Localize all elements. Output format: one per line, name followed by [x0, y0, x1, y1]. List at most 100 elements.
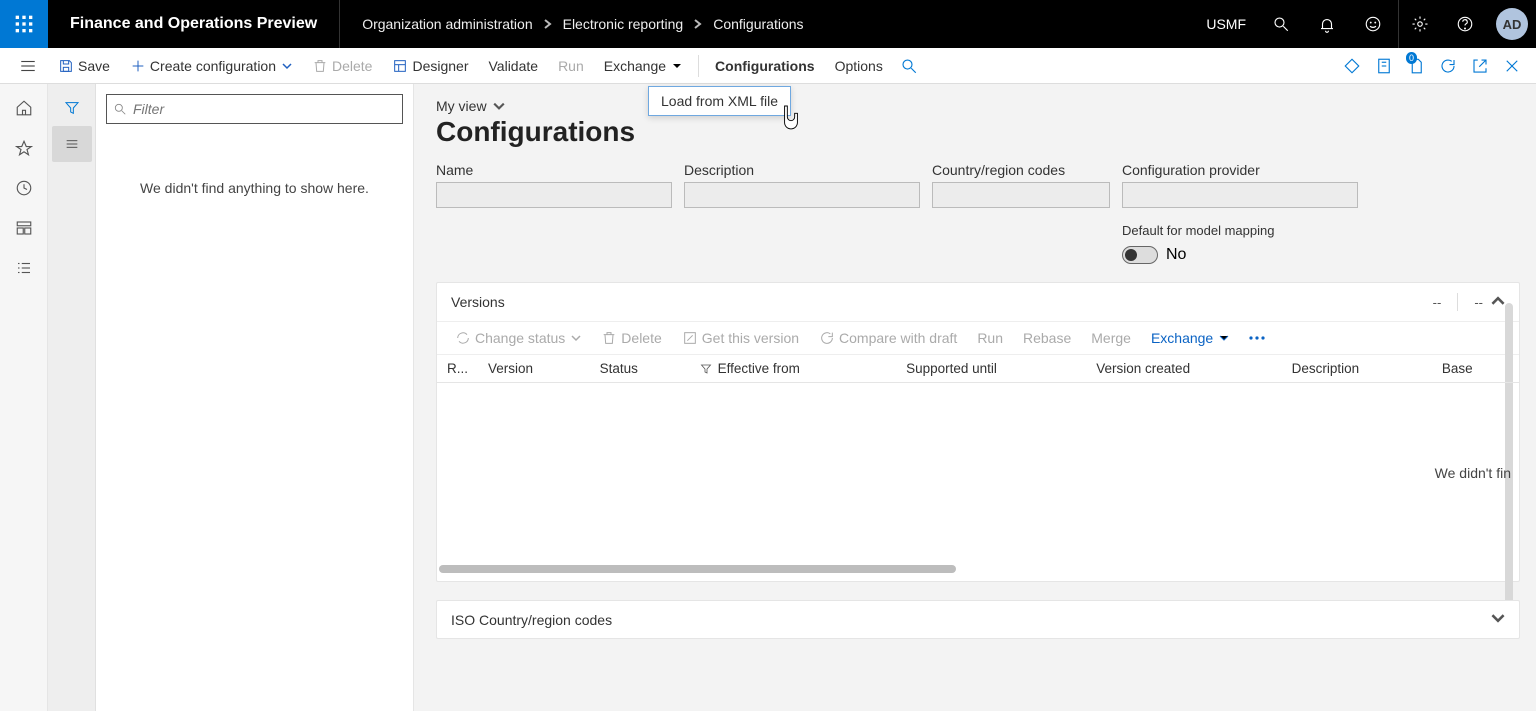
iso-codes-card: ISO Country/region codes [436, 600, 1520, 639]
save-button[interactable]: Save [48, 54, 120, 78]
rebase-label: Rebase [1023, 330, 1071, 346]
chevron-down-icon [571, 333, 581, 343]
diamond-icon [1343, 57, 1361, 75]
settings-button[interactable] [1398, 0, 1440, 48]
chevron-down-icon [493, 100, 505, 112]
options-label: Options [835, 58, 883, 74]
tree-pane: We didn't find anything to show here. [96, 84, 414, 711]
col-status[interactable]: Status [590, 355, 690, 383]
versions-exchange-button[interactable]: Exchange [1143, 326, 1237, 350]
nav-home[interactable] [4, 90, 44, 126]
breadcrumb-org-admin[interactable]: Organization administration [362, 16, 532, 32]
col-version-created[interactable]: Version created [1086, 355, 1281, 383]
divider [698, 55, 699, 77]
sync-icon [455, 330, 471, 346]
bell-icon [1318, 15, 1336, 33]
versions-more-button[interactable] [1241, 332, 1273, 344]
help-button[interactable] [1444, 0, 1486, 48]
feedback-button[interactable] [1352, 0, 1394, 48]
col-supported-until[interactable]: Supported until [896, 355, 1086, 383]
validate-button[interactable]: Validate [479, 54, 549, 78]
notifications-button[interactable] [1306, 0, 1348, 48]
lines-icon [64, 136, 80, 152]
configurations-tab[interactable]: Configurations [705, 54, 825, 78]
refresh-button[interactable] [1432, 50, 1464, 82]
popout-button[interactable] [1464, 50, 1496, 82]
versions-delete-label: Delete [621, 330, 661, 346]
chevron-right-icon [543, 16, 553, 32]
breadcrumb-configurations[interactable]: Configurations [713, 16, 803, 32]
create-configuration-button[interactable]: Create configuration [120, 54, 302, 78]
list-pane-button[interactable] [52, 126, 92, 162]
designer-button[interactable]: Designer [382, 54, 478, 78]
nav-recent[interactable] [4, 170, 44, 206]
exchange-button[interactable]: Exchange [594, 54, 692, 78]
list-icon [15, 259, 33, 277]
change-status-button: Change status [447, 326, 589, 350]
horizontal-scrollbar[interactable] [439, 563, 1517, 575]
scrollbar-thumb[interactable] [439, 565, 956, 573]
collapse-button[interactable] [1491, 294, 1505, 311]
get-version-button: Get this version [674, 326, 807, 350]
tree-empty-message: We didn't find anything to show here. [106, 180, 403, 196]
top-nav: Finance and Operations Preview Organizat… [0, 0, 1536, 48]
versions-run-label: Run [977, 330, 1003, 346]
col-base[interactable]: Base [1432, 355, 1519, 383]
attachments-button[interactable]: 0 [1400, 50, 1432, 82]
breadcrumb: Organization administration Electronic r… [340, 16, 803, 32]
waffle-icon [14, 14, 34, 34]
more-icon [1249, 336, 1265, 340]
funnel-icon [64, 100, 80, 116]
chevron-down-icon [672, 61, 682, 71]
legal-entity[interactable]: USMF [1206, 16, 1246, 32]
pin-button[interactable] [1336, 50, 1368, 82]
nav-favorites[interactable] [4, 130, 44, 166]
col-status-label: Status [600, 361, 638, 376]
filter-pane-button[interactable] [52, 90, 92, 126]
default-model-mapping-label: Default for model mapping [1122, 223, 1274, 238]
chevron-down-icon [1491, 611, 1505, 625]
divider [1457, 293, 1458, 311]
col-description[interactable]: Description [1282, 355, 1432, 383]
nav-workspaces[interactable] [4, 210, 44, 246]
avatar-initials: AD [1503, 17, 1522, 32]
exchange-menu-item-load-xml[interactable]: Load from XML file [648, 86, 791, 116]
load-xml-label: Load from XML file [661, 93, 778, 109]
compare-button: Compare with draft [811, 326, 965, 350]
default-model-mapping-toggle[interactable] [1122, 246, 1158, 264]
col-effective-from[interactable]: Effective from [690, 355, 896, 383]
col-r-label: R... [447, 361, 468, 376]
exchange-label: Exchange [604, 58, 666, 74]
col-r[interactable]: R... [437, 355, 478, 383]
save-label: Save [78, 58, 110, 74]
field-country-codes-input [932, 182, 1110, 208]
search-icon [1272, 15, 1290, 33]
merge-label: Merge [1091, 330, 1131, 346]
chevron-right-icon [693, 16, 703, 32]
field-name-input [436, 182, 672, 208]
breadcrumb-electronic-reporting[interactable]: Electronic reporting [563, 16, 684, 32]
col-version[interactable]: Version [478, 355, 590, 383]
compare-label: Compare with draft [839, 330, 957, 346]
versions-exchange-label: Exchange [1151, 330, 1213, 346]
field-provider-label: Configuration provider [1122, 162, 1358, 178]
app-launcher-button[interactable] [0, 0, 48, 48]
options-tab[interactable]: Options [825, 54, 893, 78]
versions-delete-button: Delete [593, 326, 669, 350]
user-avatar[interactable]: AD [1496, 8, 1528, 40]
tree-filter-box[interactable] [106, 94, 403, 124]
global-search-button[interactable] [1260, 0, 1302, 48]
nav-expand-button[interactable] [8, 57, 48, 75]
nav-modules[interactable] [4, 250, 44, 286]
chevron-down-icon [1219, 333, 1229, 343]
edit-icon [682, 330, 698, 346]
action-search-button[interactable] [893, 50, 925, 82]
run-button: Run [548, 54, 594, 78]
iso-expand-button[interactable] [1491, 611, 1505, 628]
office-button[interactable] [1368, 50, 1400, 82]
close-button[interactable] [1496, 50, 1528, 82]
col-version-label: Version [488, 361, 533, 376]
view-selector[interactable]: My view [436, 98, 1520, 114]
chevron-down-icon [282, 61, 292, 71]
tree-filter-input[interactable] [133, 101, 396, 117]
